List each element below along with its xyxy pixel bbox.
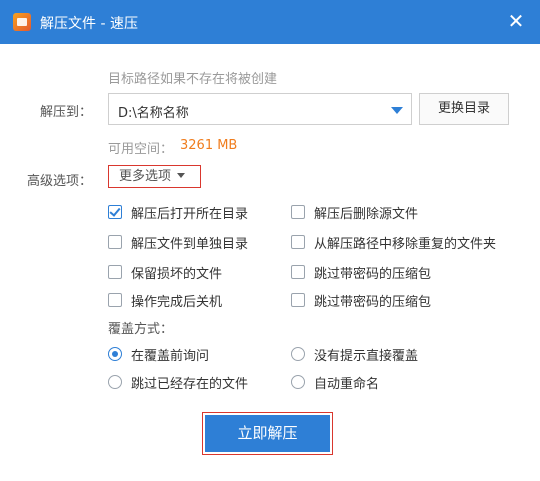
caret-down-icon — [391, 107, 403, 114]
extract-to-label: 解压到： — [40, 105, 93, 120]
path-input[interactable]: D:\名称名称 — [108, 93, 412, 125]
radio-label: 自动重命名 — [314, 377, 380, 392]
option-label: 跳过带密码的压缩包 — [314, 267, 432, 282]
radio-auto-rename[interactable] — [291, 375, 305, 389]
option-label: 跳过带密码的压缩包 — [314, 295, 432, 310]
path-value: D:\名称名称 — [118, 106, 189, 121]
checkbox-keep-broken[interactable] — [108, 265, 122, 279]
title-bar: 解压文件 - 速压 ✕ — [0, 0, 540, 44]
option-label: 解压后打开所在目录 — [131, 207, 249, 222]
extract-now-button[interactable]: 立即解压 — [205, 415, 330, 452]
change-directory-button[interactable]: 更换目录 — [419, 93, 509, 125]
checkbox-shutdown[interactable] — [108, 293, 122, 307]
checkbox-separate-folder[interactable] — [108, 235, 122, 249]
more-options-label: 更多选项 — [119, 169, 172, 184]
radio-overwrite-silently[interactable] — [291, 347, 305, 361]
triangle-down-icon — [177, 173, 186, 178]
radio-skip-existing[interactable] — [108, 375, 122, 389]
option-label: 操作完成后关机 — [131, 295, 223, 310]
overwrite-mode-label: 覆盖方式： — [108, 322, 174, 337]
checkbox-remove-duplicate-folder[interactable] — [291, 235, 305, 249]
option-label: 从解压路径中移除重复的文件夹 — [314, 237, 497, 252]
start-button-highlight: 立即解压 — [202, 412, 333, 455]
close-icon[interactable]: ✕ — [504, 9, 528, 33]
advanced-options-label: 高级选项： — [27, 174, 93, 189]
checkbox-skip-password-2[interactable] — [291, 293, 305, 307]
app-logo-icon — [13, 13, 31, 31]
radio-label: 没有提示直接覆盖 — [314, 349, 419, 364]
window-title: 解压文件 - 速压 — [40, 16, 138, 32]
checkbox-delete-source[interactable] — [291, 205, 305, 219]
checkbox-open-folder[interactable] — [108, 205, 122, 219]
path-dropdown-button[interactable] — [383, 93, 412, 125]
checkbox-skip-password[interactable] — [291, 265, 305, 279]
option-label: 保留损坏的文件 — [131, 267, 223, 282]
radio-ask-before-overwrite[interactable] — [108, 347, 122, 361]
free-space-value: 3261 MB — [180, 138, 238, 153]
radio-label: 跳过已经存在的文件 — [131, 377, 249, 392]
more-options-button[interactable]: 更多选项 — [108, 165, 201, 188]
radio-label: 在覆盖前询问 — [131, 349, 210, 364]
path-hint: 目标路径如果不存在将被创建 — [108, 72, 278, 87]
free-space-label: 可用空间： — [108, 142, 174, 157]
option-label: 解压后删除源文件 — [314, 207, 419, 222]
option-label: 解压文件到单独目录 — [131, 237, 249, 252]
